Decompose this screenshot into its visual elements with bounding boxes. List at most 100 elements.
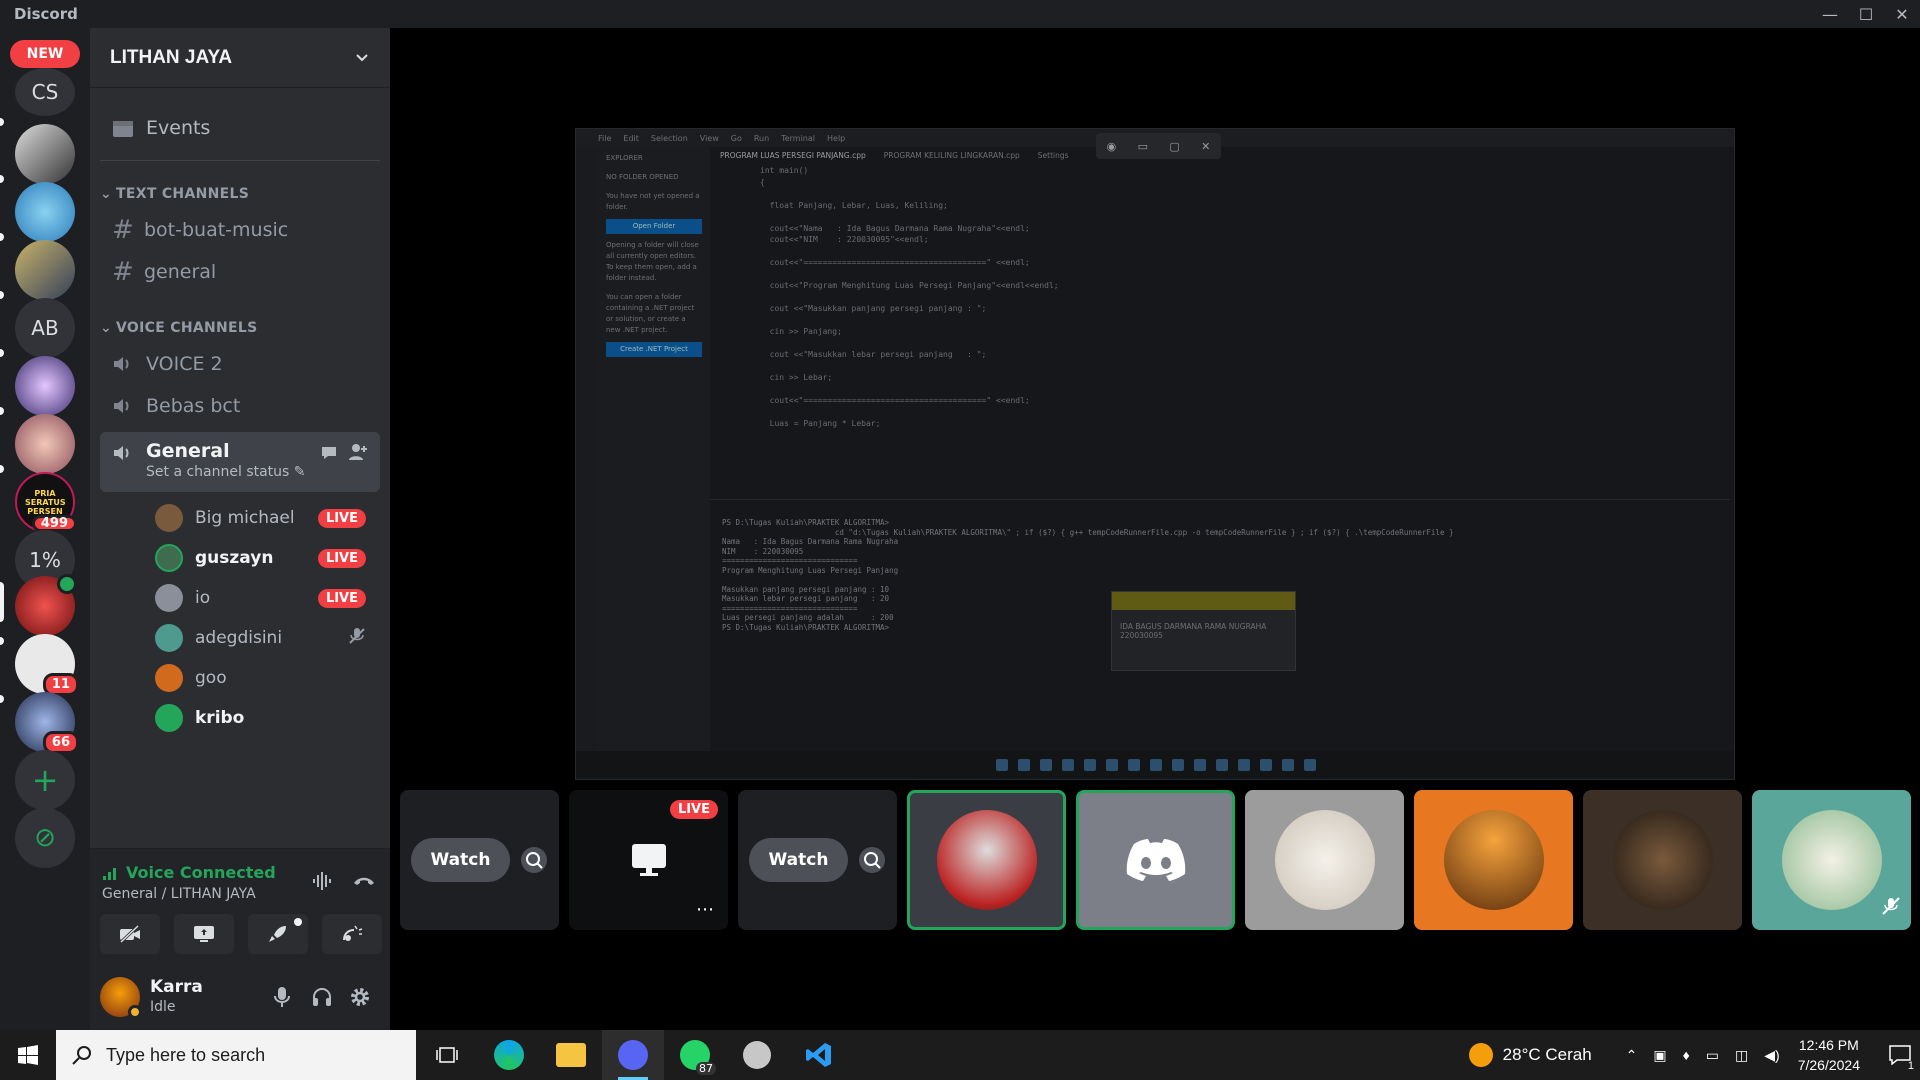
voice-channels-category[interactable]: ⌄ VOICE CHANNELS — [100, 320, 380, 336]
divider — [100, 160, 380, 161]
add-server-button[interactable]: + — [15, 750, 75, 810]
disconnect-icon[interactable] — [352, 871, 376, 895]
new-badge[interactable]: NEW — [10, 40, 80, 68]
stream-tile[interactable]: Watch — [400, 790, 559, 930]
username[interactable]: Karra — [150, 977, 203, 997]
channel-general-text[interactable]: # general — [100, 252, 380, 292]
voice-member[interactable]: Big michael LIVE — [100, 498, 380, 538]
voice-location[interactable]: General / LITHAN JAYA — [102, 886, 256, 902]
focused-stream[interactable]: File Edit Selection View Go Run Terminal… — [575, 128, 1735, 780]
set-channel-status[interactable]: Set a channel status ✎ — [146, 464, 306, 480]
invite-member-icon[interactable] — [348, 443, 368, 466]
vscode-app[interactable] — [788, 1030, 850, 1080]
volume-icon[interactable]: ◀) — [1764, 1047, 1779, 1064]
events-item[interactable]: Events — [100, 108, 380, 148]
chevron-up-icon[interactable]: ⌃ — [1626, 1047, 1638, 1064]
camera-icon: ◉ — [1106, 139, 1117, 153]
voice-channel-general-active[interactable]: General Set a channel status ✎ — [100, 432, 380, 492]
voice-member[interactable]: adegdisini — [100, 618, 380, 658]
taskbar-search[interactable]: Type here to search — [56, 1030, 416, 1080]
voice-member[interactable]: io LIVE — [100, 578, 380, 618]
close-window-button[interactable]: ✕ — [1884, 0, 1920, 28]
stream-tile[interactable]: Watch — [738, 790, 897, 930]
chat-bubble-icon[interactable] — [320, 444, 338, 466]
voice-member[interactable]: goo — [100, 658, 380, 698]
server-icon-10[interactable] — [15, 574, 77, 636]
avatar — [155, 624, 183, 652]
server-cs[interactable]: CS — [15, 68, 75, 116]
pop-out-icon[interactable] — [858, 846, 886, 874]
participant-tile[interactable] — [1245, 790, 1404, 930]
participant-avatar — [1781, 810, 1882, 910]
server-icon-3[interactable] — [15, 182, 75, 242]
minimize-button[interactable]: — — [1812, 0, 1848, 28]
task-view-button[interactable] — [416, 1030, 478, 1080]
unread-pill — [0, 175, 4, 183]
steam-app[interactable] — [726, 1030, 788, 1080]
watch-button[interactable]: Watch — [410, 838, 511, 882]
text-channels-category[interactable]: ⌄ TEXT CHANNELS — [100, 186, 380, 202]
voice-channel-bebas-bct[interactable]: Bebas bct — [100, 386, 380, 426]
channel-name: Bebas bct — [146, 395, 241, 417]
participant-tiles: Watch LIVE ⋯ Watch — [400, 790, 1911, 930]
participant-tile[interactable] — [907, 790, 1066, 930]
server-icon-12[interactable]: 66 — [15, 692, 79, 754]
notifications-button[interactable]: 1 — [1880, 1030, 1920, 1080]
soundboard-icon — [343, 925, 363, 941]
whatsapp-app[interactable]: 87 — [664, 1030, 726, 1080]
voice-connected-status[interactable]: Voice Connected — [102, 863, 276, 882]
weather-text[interactable]: 28°C Cerah — [1503, 1045, 1592, 1065]
gear-icon[interactable] — [348, 985, 372, 1009]
edge-app[interactable] — [478, 1030, 540, 1080]
discord-app[interactable] — [602, 1030, 664, 1080]
participant-tile[interactable] — [1752, 790, 1911, 930]
meet-now-icon[interactable]: ▣ — [1653, 1047, 1666, 1064]
maximize-button[interactable]: ☐ — [1848, 0, 1884, 28]
server-pria-seratus[interactable]: PRIA SERATUS PERSEN 499 — [15, 472, 77, 532]
voice-member[interactable]: kribo — [100, 698, 380, 738]
battery-icon[interactable]: ▭ — [1706, 1047, 1719, 1064]
voice-member[interactable]: guszayn LIVE — [100, 538, 380, 578]
output-popup: IDA BAGUS DARMANA RAMA NUGRAHA 220030095 — [1111, 591, 1296, 671]
category-label: VOICE CHANNELS — [116, 320, 258, 336]
hash-icon: # — [112, 215, 134, 245]
network-icon[interactable]: ◫ — [1735, 1047, 1748, 1064]
server-icon-11[interactable]: 11 — [15, 634, 79, 696]
activities-button[interactable] — [248, 914, 308, 954]
server-icon-4[interactable] — [15, 240, 75, 300]
snipping-toolbar: ◉ ▭ ▢ ✕ — [1096, 133, 1221, 159]
channel-bot-buat-music[interactable]: # bot-buat-music — [100, 210, 380, 250]
server-icon-7[interactable] — [15, 414, 75, 474]
noise-suppression-icon[interactable] — [312, 871, 334, 895]
microphone-icon[interactable]: ♦ — [1683, 1047, 1690, 1063]
camera-off-button[interactable] — [100, 914, 160, 954]
voice-channel-voice-2[interactable]: VOICE 2 — [100, 344, 380, 384]
channel-name: bot-buat-music — [144, 219, 289, 241]
server-ab[interactable]: AB — [15, 298, 75, 358]
participant-tile[interactable] — [1414, 790, 1573, 930]
mention-badge: 499 — [31, 515, 77, 532]
server-icon-6[interactable] — [15, 356, 75, 416]
watch-button[interactable]: Watch — [748, 838, 849, 882]
participant-tile[interactable] — [1076, 790, 1235, 930]
screen-share-icon — [194, 926, 214, 942]
guild-header[interactable]: LITHAN JAYA — [90, 28, 390, 88]
more-options-icon[interactable]: ⋯ — [696, 899, 714, 920]
explorer-title: EXPLORER — [606, 154, 643, 162]
vscode-tabs: PROGRAM LUAS PERSEGI PANJANG.cpp PROGRAM… — [710, 147, 1069, 163]
participant-avatar — [1612, 810, 1713, 910]
microphone-icon[interactable] — [270, 985, 294, 1009]
server-icon-2[interactable] — [15, 124, 75, 184]
share-screen-button[interactable] — [174, 914, 234, 954]
pop-out-icon[interactable] — [520, 846, 548, 874]
muted-mic-icon — [1882, 897, 1900, 915]
soundboard-button[interactable] — [322, 914, 382, 954]
clock[interactable]: 12:46 PM 7/26/2024 — [1798, 1035, 1860, 1075]
stream-tile-live[interactable]: LIVE ⋯ — [569, 790, 728, 930]
participant-tile[interactable] — [1583, 790, 1742, 930]
start-button[interactable] — [0, 1030, 56, 1080]
avatar — [155, 664, 183, 692]
headphones-icon[interactable] — [310, 985, 334, 1009]
discover-servers-button[interactable]: ⊘ — [15, 808, 75, 868]
file-explorer-app[interactable] — [540, 1030, 602, 1080]
